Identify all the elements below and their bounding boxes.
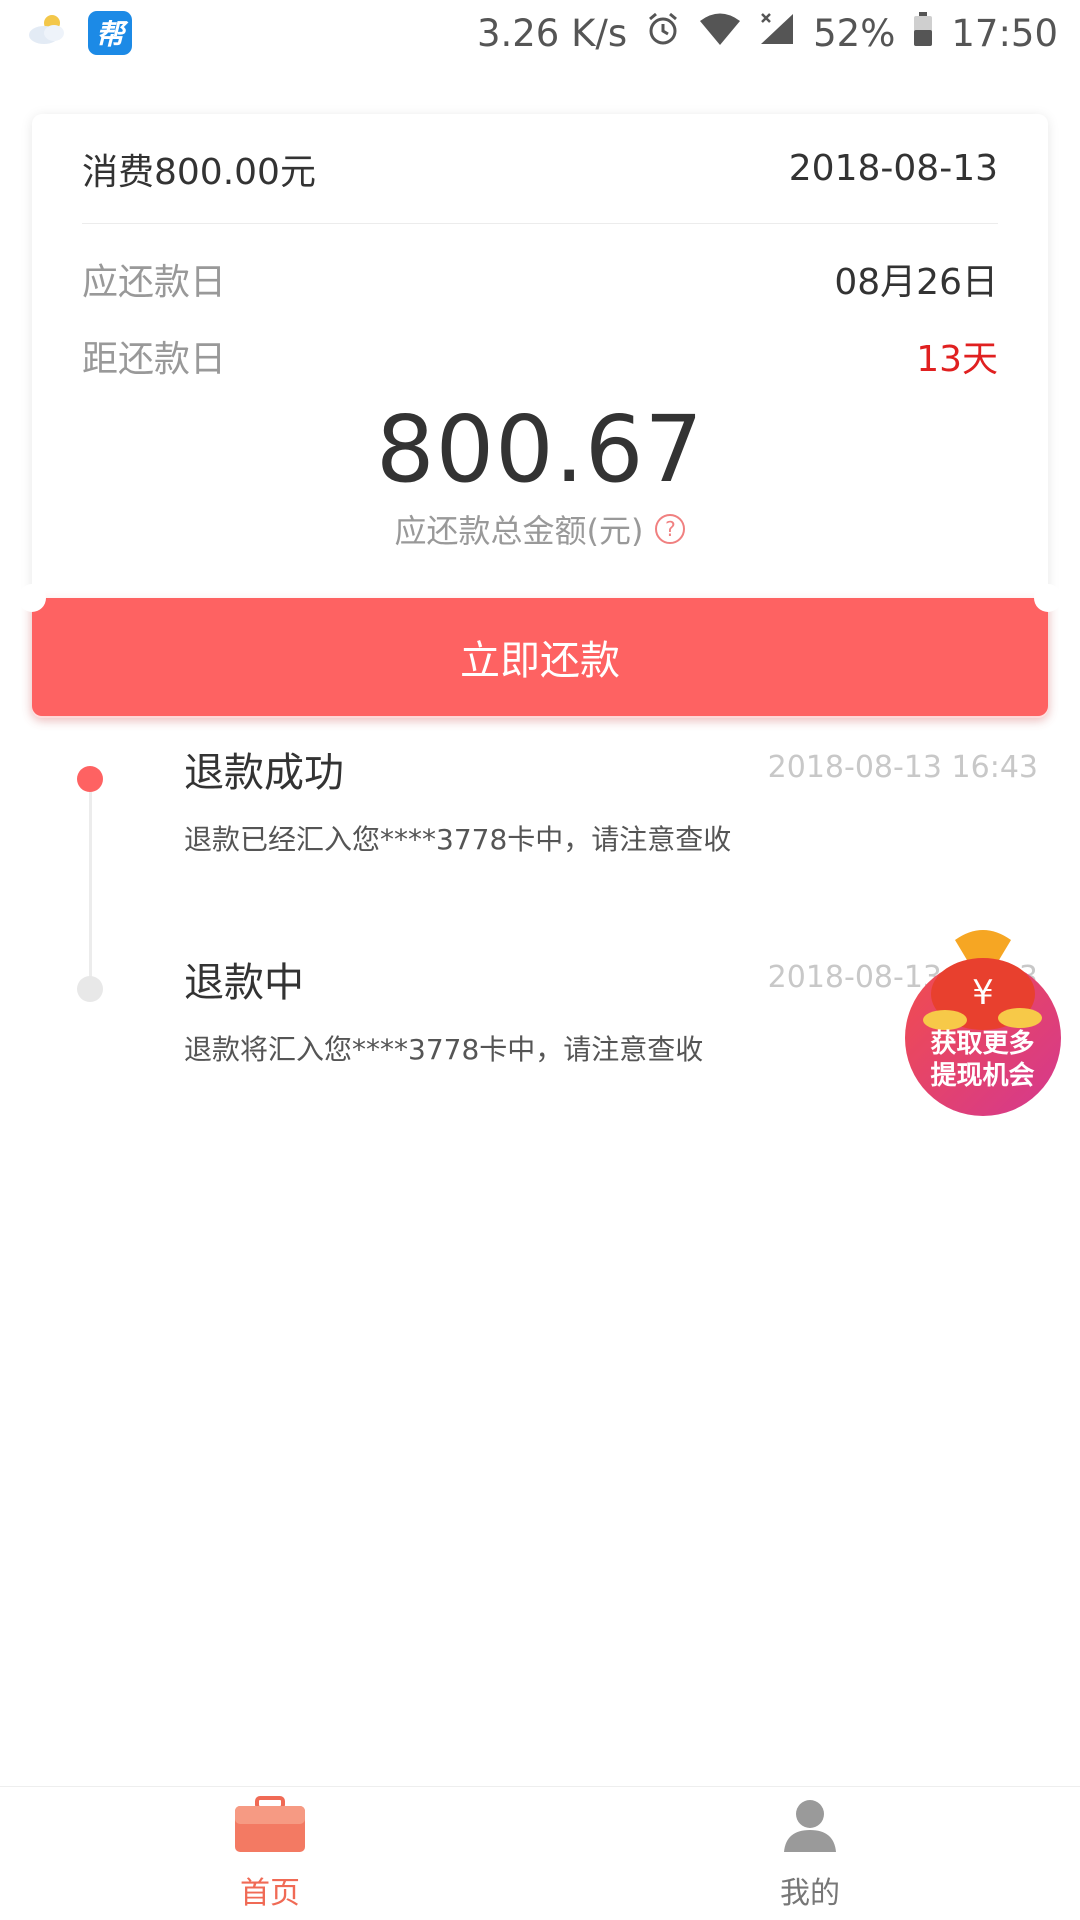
days-remaining-label: 距还款日 xyxy=(82,339,227,380)
promo-badge[interactable]: ¥ 获取更多 提现机会 xyxy=(895,920,1070,1120)
promo-line-1: 获取更多 xyxy=(930,1029,1035,1059)
timeline-title: 退款成功 xyxy=(184,750,344,796)
tab-home-label: 首页 xyxy=(240,1875,300,1911)
network-speed: 3.26 K/s xyxy=(476,11,628,55)
battery-percent: 52% xyxy=(813,11,896,55)
timeline-description: 退款将汇入您****3778卡中，请注意查收 xyxy=(184,1033,704,1066)
briefcase-icon xyxy=(233,1795,307,1862)
weather-icon xyxy=(26,11,70,56)
due-date-label: 应还款日 xyxy=(82,262,227,303)
due-date-value: 08月26日 xyxy=(834,262,998,303)
bill-date: 2018-08-13 xyxy=(788,148,998,189)
user-icon xyxy=(780,1796,840,1862)
timeline-time: 2018-08-13 16:43 xyxy=(767,750,1038,785)
card-notch-left xyxy=(18,584,46,612)
total-amount: 800.67 xyxy=(376,396,704,503)
status-bar-left: 帮 xyxy=(26,11,132,56)
days-remaining-row: 距还款日 13天 xyxy=(82,326,998,386)
timeline-description: 退款已经汇入您****3778卡中，请注意查收 xyxy=(184,823,732,856)
tab-mine-label: 我的 xyxy=(780,1875,840,1911)
promo-text: 获取更多 提现机会 xyxy=(895,1028,1070,1092)
status-bar-right: 3.26 K/s 52% 17:50 xyxy=(459,11,1058,56)
timeline-item: 退款成功 2018-08-13 16:43 退款已经汇入您****3778卡中，… xyxy=(0,740,1080,890)
repay-now-button[interactable]: 立即还款 xyxy=(32,598,1048,716)
promo-line-2: 提现机会 xyxy=(930,1061,1035,1091)
bottom-tab-bar: 首页 我的 xyxy=(0,1786,1080,1920)
promo-symbol: ¥ xyxy=(972,973,994,1013)
amount-caption-text: 应还款总金额(元) xyxy=(394,512,644,550)
timeline-title: 退款中 xyxy=(184,960,304,1006)
tab-home[interactable]: 首页 xyxy=(0,1787,540,1920)
cell-signal-icon xyxy=(759,12,795,55)
card-header: 消费800.00元 2018-08-13 xyxy=(82,114,998,224)
due-date-row: 应还款日 08月26日 xyxy=(82,249,998,309)
card-notch-right xyxy=(1034,584,1062,612)
clock-time: 17:50 xyxy=(951,11,1058,55)
timeline-dot-active xyxy=(77,766,103,792)
help-icon[interactable]: ? xyxy=(655,514,686,544)
wifi-icon xyxy=(699,12,741,55)
battery-icon xyxy=(913,11,933,56)
app-notification-icon: 帮 xyxy=(88,11,132,55)
days-remaining-value: 13天 xyxy=(916,339,998,380)
amount-caption: 应还款总金额(元) ? xyxy=(32,506,1048,552)
timeline-dot-inactive xyxy=(77,976,103,1002)
tab-mine[interactable]: 我的 xyxy=(540,1787,1080,1920)
status-bar: 帮 3.26 K/s 52% 17:50 xyxy=(0,0,1080,66)
alarm-icon xyxy=(645,11,681,56)
bill-title: 消费800.00元 xyxy=(82,151,316,193)
